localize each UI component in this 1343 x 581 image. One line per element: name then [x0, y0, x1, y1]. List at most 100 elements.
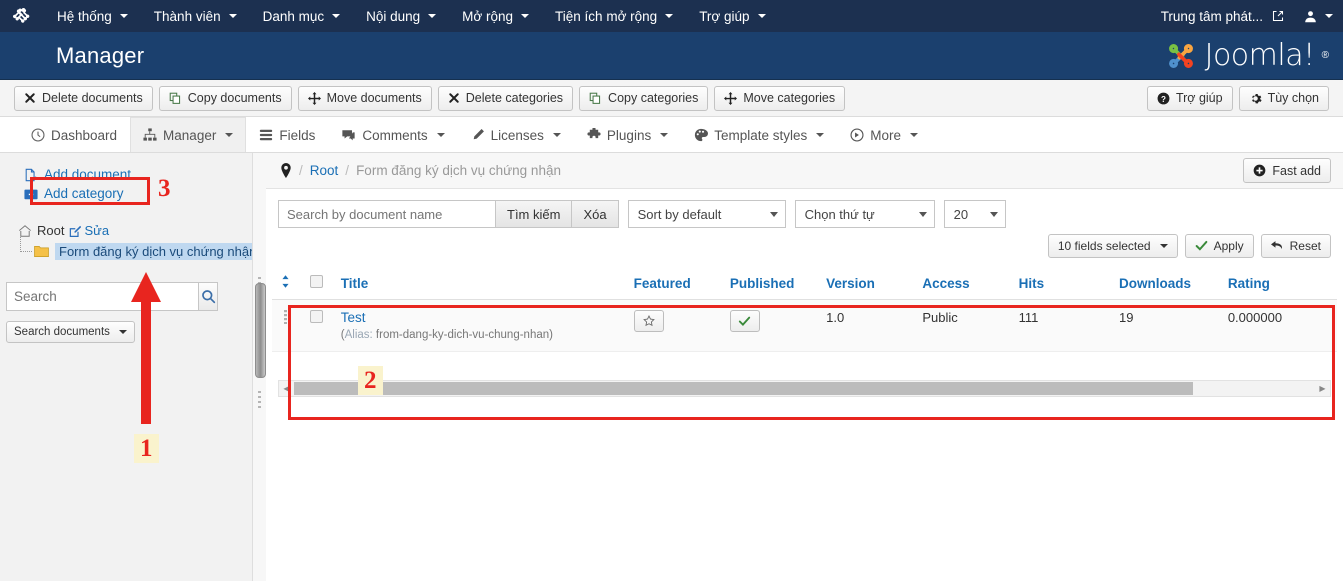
move-icon [724, 91, 738, 105]
menu-item-thanh-vien[interactable]: Thành viên [141, 0, 250, 32]
order-select[interactable]: Chọn thứ tự [794, 200, 935, 228]
help-button[interactable]: ? Trợ giúp [1146, 85, 1233, 111]
tree-guide-line [20, 237, 32, 252]
menu-item-noi-dung[interactable]: Nội dung [353, 0, 449, 32]
menu-item-tro-giup[interactable]: Trợ giúp [686, 0, 778, 32]
button-label: Delete documents [42, 91, 143, 105]
sidebar: Add document Add category Root Sửa Form … [0, 153, 266, 581]
help-icon: ? [1157, 92, 1170, 105]
reset-button[interactable]: Reset [1260, 234, 1331, 258]
column-header-select-all[interactable] [299, 267, 335, 300]
scroll-left-arrow[interactable]: ◀ [279, 381, 294, 396]
tree-root-edit-link[interactable]: Sửa [69, 223, 109, 238]
tab-licenses[interactable]: Licenses [458, 117, 574, 152]
joomla-icon[interactable] [0, 0, 44, 32]
add-category-link[interactable]: Add category [0, 184, 265, 203]
row-drag-handle[interactable] [272, 299, 300, 352]
copy-categories-button[interactable]: Copy categories [579, 85, 709, 111]
menu-item-mo-rong[interactable]: Mở rộng [449, 0, 542, 32]
featured-toggle-button[interactable] [633, 310, 664, 332]
published-toggle-button[interactable] [729, 310, 760, 332]
column-header-access[interactable]: Access [916, 267, 1013, 300]
fields-selector-dropdown[interactable]: 10 fields selected [1047, 234, 1178, 258]
tab-dashboard[interactable]: Dashboard [18, 117, 130, 152]
gear-icon [1249, 92, 1262, 105]
row-version-cell: 1.0 [820, 299, 917, 352]
menu-item-he-thong[interactable]: Hệ thống [44, 0, 141, 32]
check-icon [1195, 240, 1208, 252]
tab-comments[interactable]: Comments [328, 117, 457, 152]
search-clear-button[interactable]: Xóa [572, 200, 619, 228]
chevron-down-icon [436, 133, 445, 137]
move-documents-button[interactable]: Move documents [297, 85, 432, 111]
drag-handle-icon [283, 310, 288, 327]
sidebar-search-button[interactable] [198, 282, 218, 311]
tree-root-node[interactable]: Root Sửa [18, 223, 265, 238]
row-checkbox[interactable] [310, 310, 324, 323]
menu-item-tien-ich-mo-rong[interactable]: Tiện ích mở rộng [542, 0, 686, 32]
options-button[interactable]: Tùy chọn [1238, 85, 1329, 111]
tab-template-styles[interactable]: Template styles [681, 117, 837, 152]
undo-arrow-icon [1270, 240, 1284, 252]
documents-table: Title Featured Published Version Access … [272, 267, 1337, 352]
tab-plugins[interactable]: Plugins [574, 117, 681, 152]
copy-documents-button[interactable]: Copy documents [158, 85, 292, 111]
row-published-cell [723, 299, 821, 352]
column-header-downloads[interactable]: Downloads [1113, 267, 1222, 300]
tab-fields[interactable]: Fields [246, 117, 328, 152]
horizontal-scrollbar[interactable]: ◀ ▶ [278, 380, 1331, 397]
apply-button[interactable]: Apply [1184, 234, 1254, 258]
delete-categories-button[interactable]: Delete categories [437, 85, 574, 111]
sidebar-search-group [6, 282, 218, 311]
tab-manager[interactable]: Manager [130, 117, 247, 152]
breadcrumb-root-link[interactable]: Root [310, 163, 339, 178]
folder-icon [34, 245, 49, 258]
tab-label: Plugins [606, 127, 652, 143]
tab-label: Fields [279, 127, 316, 143]
sidebar-search-scope-dropdown[interactable]: Search documents [6, 321, 135, 343]
page-title: Manager [56, 42, 145, 68]
column-header-featured[interactable]: Featured [627, 267, 724, 300]
search-submit-button[interactable]: Tìm kiếm [496, 200, 573, 228]
column-header-hits[interactable]: Hits [1012, 267, 1114, 300]
sidebar-splitter[interactable] [252, 153, 266, 581]
column-header-title[interactable]: Title [334, 267, 628, 300]
site-preview-link[interactable]: Trung tâm phát... [1151, 0, 1294, 32]
puzzle-icon [587, 128, 601, 142]
fields-selector-label: 10 fields selected [1057, 239, 1151, 253]
menu-item-danh-muc[interactable]: Danh mục [250, 0, 354, 32]
column-header-version[interactable]: Version [820, 267, 917, 300]
scroll-right-arrow[interactable]: ▶ [1315, 381, 1330, 396]
order-select-value: Chọn thứ tự [804, 206, 875, 222]
column-header-sort[interactable] [272, 267, 300, 300]
document-title-link[interactable]: Test [341, 310, 366, 325]
home-icon [18, 224, 32, 238]
breadcrumb-current: Form đăng ký dịch vụ chứng nhận [356, 163, 561, 178]
scrollbar-track[interactable] [1193, 381, 1315, 396]
sidebar-search-input[interactable] [6, 282, 198, 311]
user-menu[interactable] [1294, 0, 1343, 32]
document-search-input[interactable] [278, 200, 496, 228]
tree-node-form-dang-ky[interactable]: Form đăng ký dịch vụ chứng nhận [18, 237, 265, 260]
row-select-cell[interactable] [299, 299, 335, 352]
button-label: Move documents [326, 91, 422, 105]
button-label: Move categories [743, 91, 836, 105]
scrollbar-thumb[interactable] [294, 382, 1193, 395]
select-all-checkbox[interactable] [310, 275, 324, 288]
column-header-published[interactable]: Published [723, 267, 821, 300]
splitter-grip[interactable] [255, 283, 266, 378]
menu-item-label: Thành viên [153, 8, 221, 24]
tab-more[interactable]: More [837, 117, 931, 152]
button-label: Trợ giúp [1175, 91, 1223, 105]
column-header-rating[interactable]: Rating [1221, 267, 1337, 300]
add-document-link[interactable]: Add document [0, 165, 265, 184]
move-categories-button[interactable]: Move categories [714, 85, 846, 111]
row-downloads-cell: 19 [1113, 299, 1222, 352]
sort-select[interactable]: Sort by default [627, 200, 786, 228]
delete-documents-button[interactable]: Delete documents [14, 85, 153, 111]
edit-icon [69, 225, 82, 237]
limit-select[interactable]: 20 [943, 200, 1006, 228]
fast-add-button[interactable]: Fast add [1243, 158, 1331, 183]
add-category-icon [24, 187, 38, 201]
row-title-cell: Test (Alias: from-dang-ky-dich-vu-chung-… [334, 299, 628, 352]
